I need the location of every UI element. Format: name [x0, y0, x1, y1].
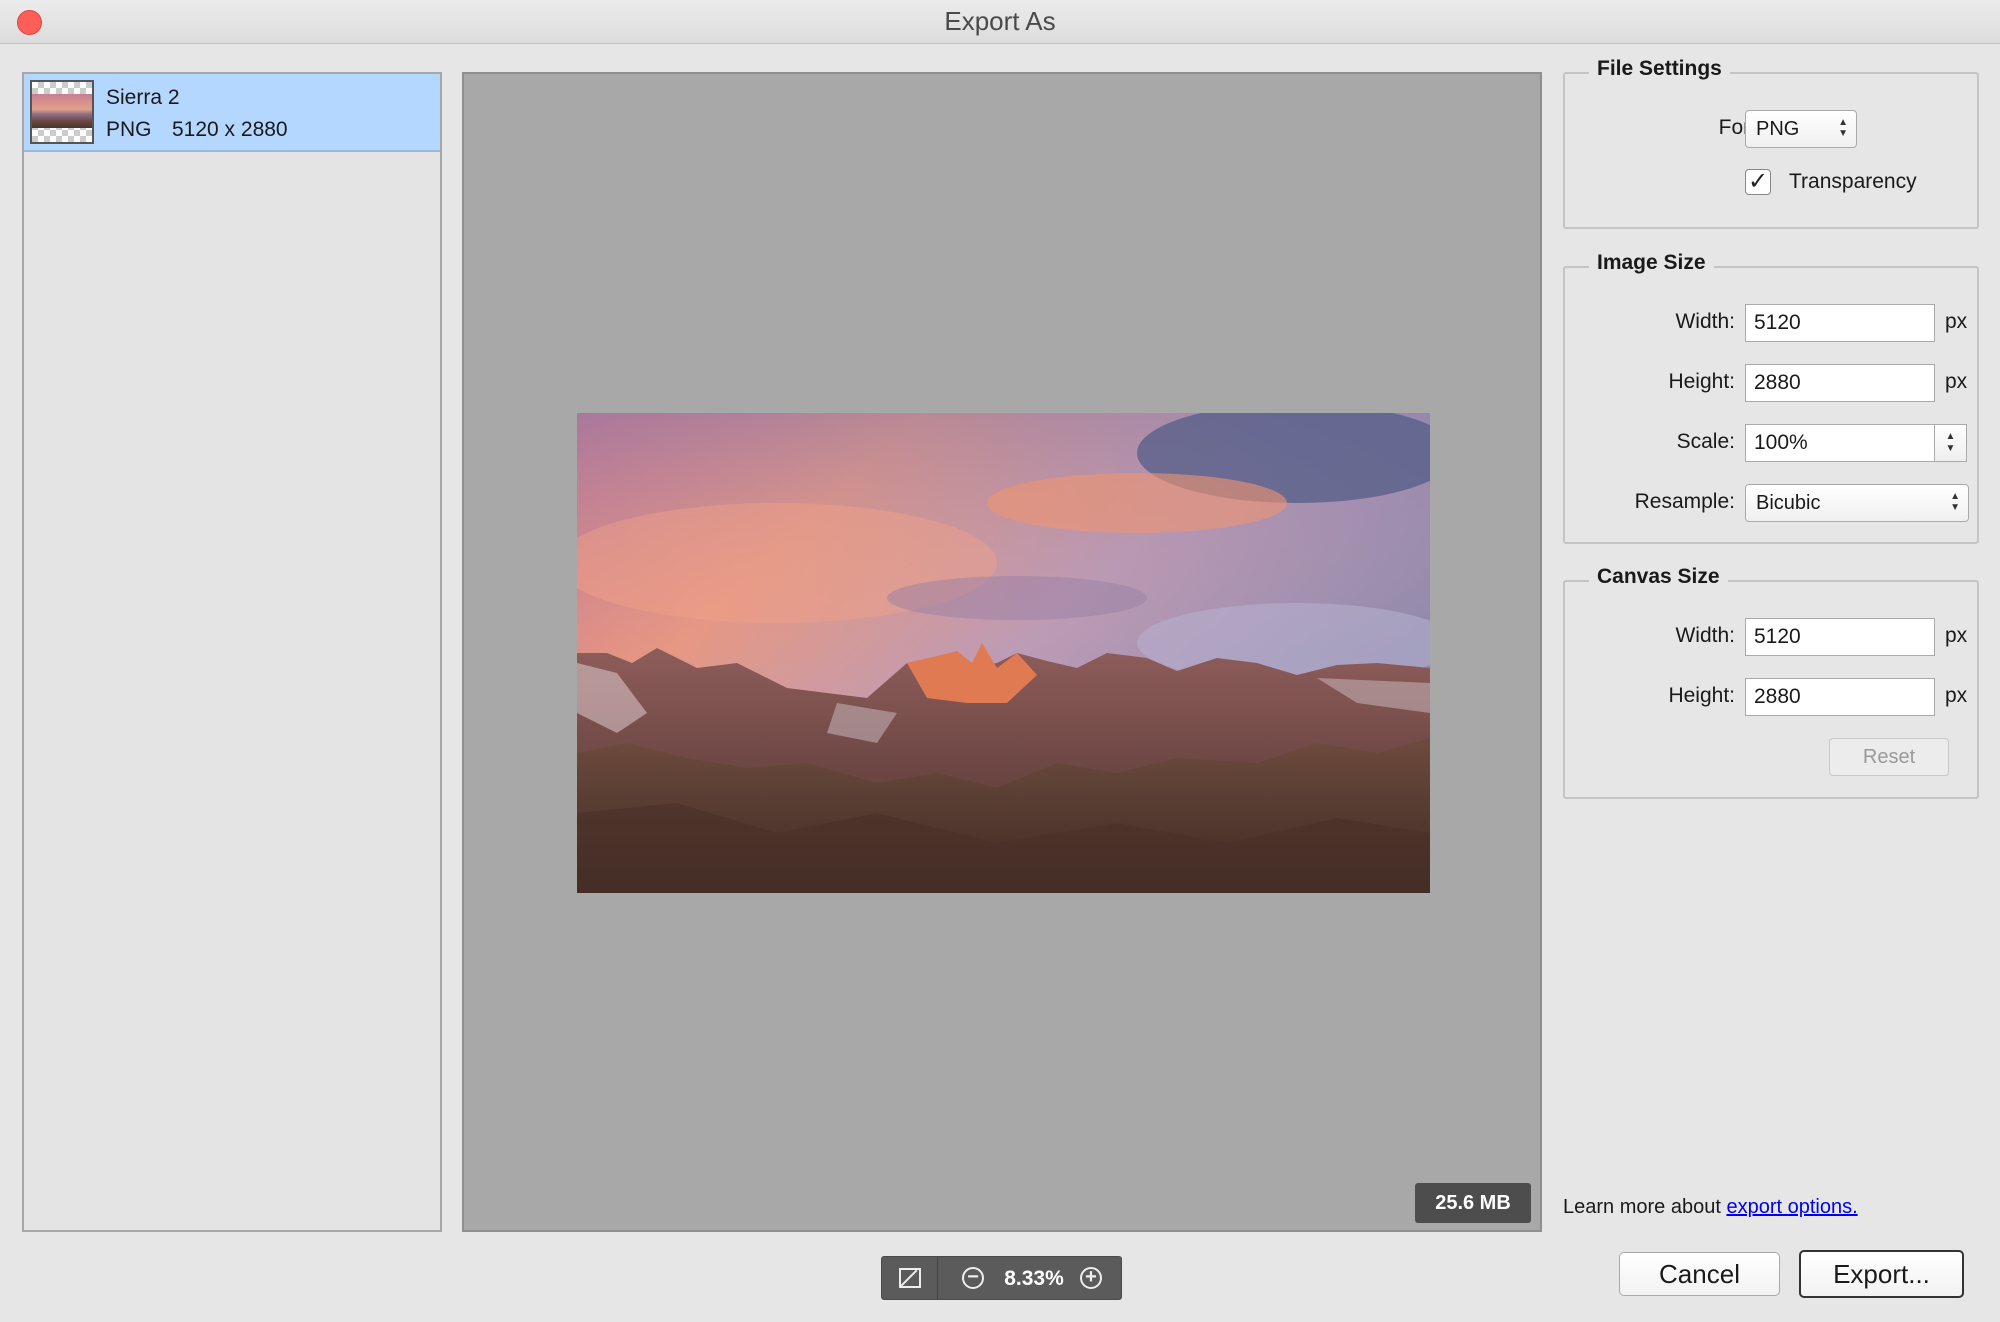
- zoom-level: 8.33%: [1004, 1267, 1064, 1290]
- file-settings-group: File Settings Format: PNG ▲▼ ✓ Transpare…: [1563, 57, 1979, 229]
- file-size-badge: 25.6 MB: [1415, 1183, 1531, 1223]
- image-size-group: Image Size Width: 5120 px Height: 2880 p…: [1563, 251, 1979, 544]
- title-bar: Export As: [0, 0, 2000, 44]
- preview-area: 25.6 MB: [462, 72, 1542, 1232]
- asset-dimensions: 5120 x 2880: [172, 118, 288, 141]
- format-value: PNG: [1756, 118, 1800, 140]
- fit-to-view-button[interactable]: [882, 1257, 938, 1299]
- learn-more-prefix: Learn more about: [1563, 1196, 1721, 1218]
- asset-format: PNG: [106, 118, 152, 141]
- cancel-button[interactable]: Cancel: [1619, 1252, 1780, 1296]
- resample-label: Resample:: [1634, 490, 1735, 513]
- resample-value: Bicubic: [1756, 492, 1821, 514]
- scale-stepper[interactable]: ▲ ▼: [1935, 424, 1967, 462]
- preview-image: [577, 413, 1430, 893]
- image-size-title: Image Size: [1589, 251, 1714, 275]
- learn-more-text: Learn more about export options.: [1563, 1196, 1858, 1219]
- window-title: Export As: [944, 6, 1056, 36]
- image-height-label: Height:: [1668, 370, 1735, 393]
- transparency-label: Transparency: [1789, 170, 1917, 193]
- asset-item-sierra-2[interactable]: Sierra 2 PNG 5120 x 2880: [24, 74, 440, 152]
- transparency-checkbox[interactable]: ✓: [1745, 169, 1771, 195]
- resample-select[interactable]: Bicubic ▲ ▼: [1745, 484, 1969, 522]
- zoom-out-icon[interactable]: −: [962, 1267, 984, 1289]
- canvas-width-unit: px: [1945, 624, 1968, 647]
- image-width-unit: px: [1945, 310, 1968, 333]
- canvas-size-title: Canvas Size: [1589, 565, 1728, 589]
- landscape-image: [577, 413, 1430, 893]
- updown-arrows-icon: ▲ ▼: [1838, 117, 1848, 139]
- asset-thumbnail: [30, 80, 94, 144]
- updown-arrows-icon: ▲ ▼: [1950, 491, 1960, 513]
- zoom-in-icon[interactable]: +: [1080, 1267, 1102, 1289]
- image-height-unit: px: [1945, 370, 1968, 393]
- export-options-link[interactable]: export options.: [1726, 1196, 1857, 1218]
- canvas-size-group: Canvas Size Width: 5120 px Height: 2880 …: [1563, 565, 1979, 799]
- format-select[interactable]: PNG ▲ ▼: [1745, 110, 1857, 148]
- fit-icon: [899, 1268, 921, 1288]
- export-button[interactable]: Export...: [1799, 1250, 1964, 1298]
- reset-button[interactable]: Reset: [1829, 738, 1949, 776]
- file-settings-title: File Settings: [1589, 57, 1730, 81]
- scale-input[interactable]: 100%: [1745, 424, 1935, 462]
- image-height-input[interactable]: 2880: [1745, 364, 1935, 402]
- assets-panel: Sierra 2 PNG 5120 x 2880: [22, 72, 442, 1232]
- image-width-input[interactable]: 5120: [1745, 304, 1935, 342]
- canvas-height-unit: px: [1945, 684, 1968, 707]
- canvas-height-input[interactable]: 2880: [1745, 678, 1935, 716]
- asset-name: Sierra 2: [106, 86, 180, 109]
- canvas-height-label: Height:: [1668, 684, 1735, 707]
- zoom-controls: − 8.33% +: [881, 1256, 1122, 1300]
- scale-label: Scale:: [1676, 430, 1735, 453]
- image-width-label: Width:: [1675, 310, 1735, 333]
- canvas-width-input[interactable]: 5120: [1745, 618, 1935, 656]
- thumbnail-image: [32, 94, 92, 128]
- canvas-width-label: Width:: [1675, 624, 1735, 647]
